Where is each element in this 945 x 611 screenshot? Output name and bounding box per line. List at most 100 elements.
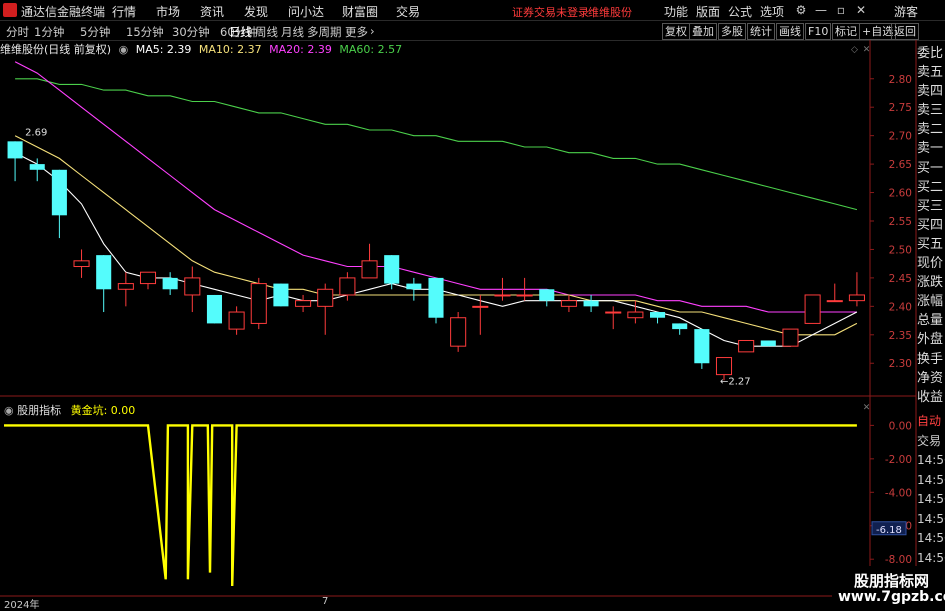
ind-tick-label-4: -8.00 <box>885 554 912 566</box>
y-tick-label-7: 2.65 <box>889 159 912 171</box>
side-item-2[interactable]: 卖四 <box>917 82 945 101</box>
menu-news[interactable]: 资讯 <box>200 3 224 20</box>
multi-stock-button[interactable]: 多股 <box>718 23 746 40</box>
tab-30min[interactable]: 30分钟 <box>172 24 210 40</box>
tab-timeshare[interactable]: 分时 <box>6 24 29 40</box>
watermark-url: www.7gpzb.com <box>838 589 945 605</box>
y-tick-label-4: 2.50 <box>889 244 912 256</box>
x-label-month: 7 <box>322 596 329 607</box>
ind-tick-label-1: -2.00 <box>885 454 912 466</box>
kline-chart[interactable]: 2.30 2.35 2.40 2.45 2.50 2.55 2.60 2.65 2.70 2.75… <box>0 40 945 609</box>
y-tick-label-5: 2.55 <box>889 216 912 228</box>
tab-5min[interactable]: 5分钟 <box>80 24 110 40</box>
candle-body-2 <box>51 169 67 216</box>
side-item-11[interactable]: 现价 <box>917 254 945 273</box>
menu-layout[interactable]: 版面 <box>696 3 720 20</box>
side-item-8[interactable]: 买三 <box>917 197 945 216</box>
candle-body-20 <box>450 317 467 347</box>
stats-button[interactable]: 统计 <box>747 23 775 40</box>
menu-function[interactable]: 功能 <box>664 3 688 20</box>
minimize-icon[interactable]: — <box>814 3 828 17</box>
quote-side-panel: 委比 卖五 卖四 卖三 卖二 卖一 买一 买二 买三 买四 买五 现价 涨跌 涨幅 总量 外盘 换手 净资 收益 <box>917 44 945 407</box>
candle-body-1 <box>29 164 45 170</box>
tab-monthly[interactable]: 月线 <box>281 24 304 40</box>
candle-body-33 <box>738 339 755 353</box>
side-item-9[interactable]: 买四 <box>917 216 945 235</box>
login-warning[interactable]: 证券交易未登录 <box>512 4 589 20</box>
tick-item-4: 14:56 <box>917 492 945 506</box>
restore-icon[interactable]: ▫ <box>834 3 848 17</box>
candle-body-15 <box>339 277 356 296</box>
side-item-15[interactable]: 外盘 <box>917 330 945 349</box>
candle-body-8 <box>184 277 201 296</box>
candle-body-9 <box>206 294 222 324</box>
watermark-title: 股朋指标网 <box>854 572 930 590</box>
menu-markets[interactable]: 市场 <box>156 3 180 20</box>
candle-body-3 <box>73 260 90 268</box>
indicator-title: ◉ 股朋指标 黄金坑: 0.00 <box>4 402 135 418</box>
candle-body-17 <box>384 255 400 284</box>
tab-1min[interactable]: 1分钟 <box>34 24 64 40</box>
stock-name-label: 维维股份 <box>588 6 632 19</box>
side-item-4[interactable]: 卖二 <box>917 120 945 139</box>
tick-item-5: 14:56 <box>917 511 945 526</box>
overlay-button[interactable]: 叠加 <box>689 23 717 40</box>
indicator-line <box>4 424 857 587</box>
candle-body-19 <box>428 277 444 318</box>
side-item-1[interactable]: 卖五 <box>917 63 945 82</box>
y-tick-label-9: 2.75 <box>889 102 912 114</box>
side-item-12[interactable]: 涨跌 <box>917 273 945 292</box>
adjust-button[interactable]: 复权 <box>662 23 690 40</box>
tab-15min[interactable]: 15分钟 <box>126 24 164 40</box>
side-item-7[interactable]: 买二 <box>917 178 945 197</box>
settings-icon[interactable]: ⚙ <box>794 3 808 17</box>
side-item-17[interactable]: 净资 <box>917 369 945 388</box>
side-item-3[interactable]: 卖三 <box>917 101 945 120</box>
candle-body-21 <box>472 305 489 308</box>
menu-market[interactable]: 行情 <box>112 3 136 20</box>
more-chevron-icon[interactable]: › <box>370 24 375 38</box>
close-icon[interactable]: ✕ <box>854 3 868 17</box>
guest-label[interactable]: 游客 <box>894 3 918 20</box>
mark-button[interactable]: 标记 <box>832 23 860 40</box>
tab-multi-period[interactable]: 多周期 <box>307 24 342 40</box>
menu-options[interactable]: 选项 <box>760 3 784 20</box>
back-button[interactable]: 返回 <box>891 23 919 40</box>
draw-line-button[interactable]: 画线 <box>776 23 804 40</box>
indicator-toggle-icon[interactable]: ◉ <box>4 404 14 417</box>
menu-trade[interactable]: 交易 <box>396 3 420 20</box>
tab-daily[interactable]: 日线 <box>229 24 252 40</box>
menu-ask[interactable]: 问小达 <box>288 3 324 20</box>
y-tick-label-1: 2.35 <box>889 330 912 342</box>
candle-body-14 <box>317 288 334 307</box>
candle-body-24 <box>539 289 555 301</box>
side-item-10[interactable]: 买五 <box>917 235 945 254</box>
candle-body-5 <box>117 283 134 290</box>
f10-button[interactable]: F10 <box>805 23 832 40</box>
tab-weekly[interactable]: 周线 <box>255 24 278 40</box>
side-item-0[interactable]: 委比 <box>917 44 945 63</box>
side-item-13[interactable]: 涨幅 <box>917 292 945 311</box>
tab-more[interactable]: 更多 <box>345 24 368 40</box>
menu-formula[interactable]: 公式 <box>728 3 752 20</box>
candle-body-31 <box>694 329 710 364</box>
menu-discover[interactable]: 发现 <box>244 3 268 20</box>
menu-wealth[interactable]: 财富圈 <box>342 3 378 20</box>
y-tick-label-6: 2.60 <box>889 188 912 200</box>
tick-item-0: 自动 <box>917 414 942 428</box>
side-item-14[interactable]: 总量 <box>917 311 945 330</box>
side-item-6[interactable]: 买一 <box>917 159 945 178</box>
y-tick-label-3: 2.45 <box>889 273 912 285</box>
menu-bar: 通达信金融终端 行情 市场 资讯 发现 问小达 财富圈 交易 证券交易未登录 维… <box>0 0 945 21</box>
indicator-value: 黄金坑: 0.00 <box>70 404 136 417</box>
candle-body-7 <box>162 277 178 290</box>
side-item-18[interactable]: 收益 <box>917 388 945 407</box>
app-title: 通达信金融终端 <box>21 5 106 19</box>
price-annotation-0: 2.69 <box>25 127 47 138</box>
y-tick-label-0: 2.30 <box>889 358 912 370</box>
app-logo-icon <box>3 3 17 17</box>
ind-tick-label-0: 0.00 <box>889 420 912 432</box>
tick-item-2: 14:56 <box>917 453 945 467</box>
side-item-16[interactable]: 换手 <box>917 350 945 369</box>
side-item-5[interactable]: 卖一 <box>917 139 945 158</box>
